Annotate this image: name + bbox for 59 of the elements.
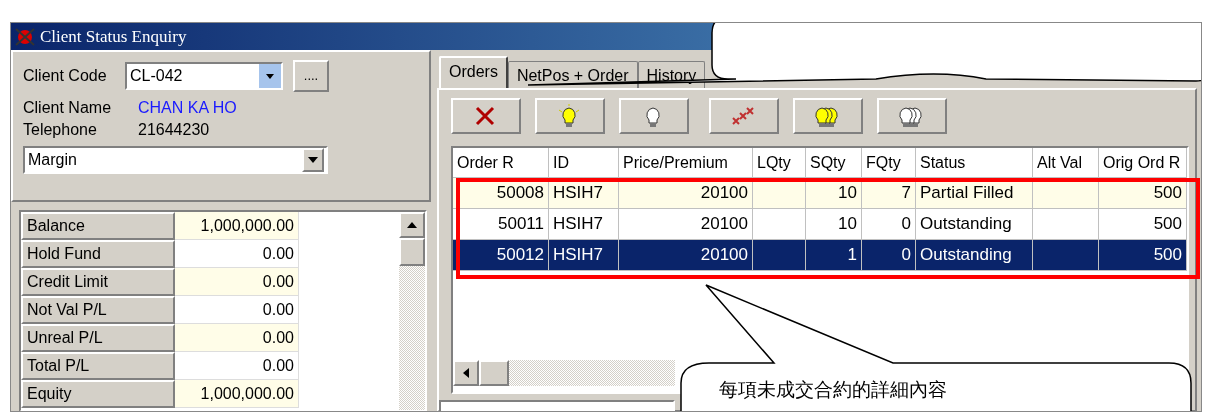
table-cell: 0.00: [175, 268, 299, 296]
column-header[interactable]: Status: [916, 148, 1033, 178]
table-cell: 500: [1099, 240, 1187, 271]
row-header: Hold Fund: [21, 240, 175, 268]
table-row[interactable]: 50012 HSIH7 20100 1 0 Outstanding 500: [453, 240, 1187, 271]
toolbar-button[interactable]: [709, 98, 779, 134]
phone-number: 21644230: [138, 120, 210, 140]
lookup-button[interactable]: ....: [293, 60, 329, 92]
client-code-combo[interactable]: CL-042: [125, 62, 283, 90]
row-header: Equity: [21, 380, 175, 408]
toolbar-button[interactable]: [451, 98, 521, 134]
horizontal-scrollbar[interactable]: [453, 360, 675, 386]
column-header[interactable]: FQty: [862, 148, 916, 178]
toolbar-button[interactable]: [877, 98, 947, 134]
vertical-scrollbar[interactable]: [399, 212, 425, 410]
table-cell: 50012: [453, 240, 549, 271]
row-header: Credit Limit: [21, 268, 175, 296]
left-arrow-icon: [463, 368, 469, 378]
table-cell: 0: [862, 240, 916, 271]
scroll-thumb[interactable]: [399, 238, 425, 266]
scroll-thumb[interactable]: [479, 360, 509, 386]
tab[interactable]: Orders: [439, 56, 508, 90]
up-arrow-icon: [407, 222, 417, 228]
table-row[interactable]: 50008 HSIH7 20100 10 7 Partial Filled 500: [453, 178, 1187, 209]
toolbar-button[interactable]: [793, 98, 863, 134]
row-header: Total P/L: [21, 352, 175, 380]
account-type-combo[interactable]: Margin: [23, 146, 328, 174]
field-label: Client Name: [23, 98, 113, 118]
app-icon: [14, 26, 36, 47]
field-label: Client Code: [23, 66, 108, 86]
field-label: Telephone: [23, 120, 98, 140]
row-header: Balance: [21, 212, 175, 240]
dropdown-arrow-icon: [308, 157, 318, 163]
column-header[interactable]: Price/Premium: [619, 148, 753, 178]
lightbulbs-icon: [899, 104, 925, 128]
table-cell: 1,000,000.00: [175, 380, 299, 408]
table-cell: 0.00: [175, 324, 299, 352]
table-cell: 1,000,000.00: [175, 212, 299, 240]
toolbar-button[interactable]: [619, 98, 689, 134]
lightbulbs-icon: [815, 104, 841, 128]
column-header[interactable]: Orig Ord R: [1099, 148, 1187, 178]
table-cell: 1: [806, 240, 862, 271]
column-header[interactable]: Order R: [453, 148, 549, 178]
table-cell: 20100: [619, 240, 753, 271]
scroll-up-button[interactable]: [399, 212, 425, 238]
scroll-left-button[interactable]: [453, 360, 479, 386]
column-header[interactable]: LQty: [753, 148, 806, 178]
table-cell: HSIH7: [549, 240, 619, 271]
window-title: Client Status Enquiry: [40, 25, 187, 48]
column-header[interactable]: ID: [549, 148, 619, 178]
column-header[interactable]: Alt Val: [1033, 148, 1099, 178]
dropdown-arrow-icon: [266, 73, 274, 79]
column-header[interactable]: SQty: [806, 148, 862, 178]
callout-text: 每項未成交合約的詳細內容: [719, 377, 947, 402]
row-header: Unreal P/L: [21, 324, 175, 352]
table-cell: Outstanding: [916, 240, 1033, 271]
client-name: CHAN KA HO: [138, 98, 237, 118]
row-header: Not Val P/L: [21, 296, 175, 324]
toolbar-button[interactable]: [535, 98, 605, 134]
